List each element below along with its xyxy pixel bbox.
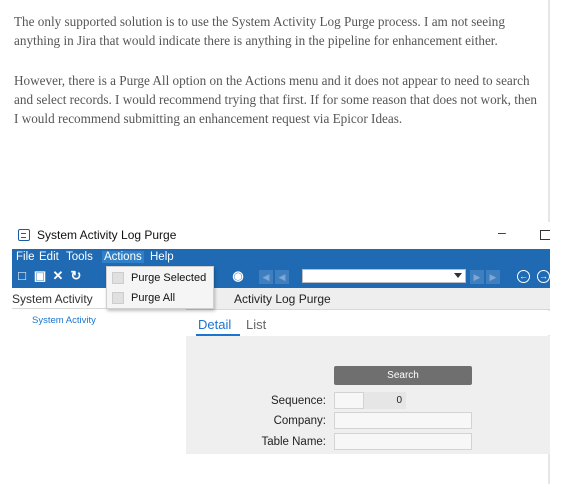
back-icon[interactable]: ← — [517, 270, 530, 283]
panel-title: Activity Log Purge — [234, 292, 331, 306]
tab-strip: Detail List — [186, 311, 550, 336]
chevron-down-icon — [454, 273, 462, 278]
sequence-label: Sequence: — [271, 395, 326, 407]
company-field[interactable] — [334, 412, 472, 429]
purge-selected-icon — [112, 272, 124, 284]
next-record-icon[interactable]: ▶ — [470, 270, 484, 284]
refresh-icon[interactable]: ↻ — [69, 269, 83, 283]
purge-all-icon — [112, 292, 124, 304]
app-window: System Activity Log Purge – File Edit To… — [12, 222, 550, 454]
menu-tools[interactable]: Tools — [66, 251, 93, 263]
save-icon[interactable]: ▣ — [33, 269, 47, 283]
toolbar: □ ▣ ✕ ↻ ◉ ◀ ◀ ▶ ▶ ← → — [12, 266, 550, 288]
previous-record-icon[interactable]: ◀ — [275, 270, 289, 284]
sequence-spinner[interactable] — [334, 392, 364, 409]
title-bar: System Activity Log Purge – — [12, 222, 550, 249]
menu-actions[interactable]: Actions — [102, 251, 144, 263]
panel-header: Activity Log Purge — [186, 288, 550, 310]
search-button[interactable]: Search — [334, 366, 472, 385]
menu-item-purge-selected[interactable]: Purge Selected — [107, 268, 213, 288]
menu-file[interactable]: File — [16, 251, 35, 263]
tree-pane: System Activity System Activity — [12, 288, 186, 454]
tree-node-system-activity[interactable]: System Activity — [32, 315, 96, 326]
menu-edit[interactable]: Edit — [39, 251, 59, 263]
menu-bar: File Edit Tools Actions Help — [12, 249, 550, 266]
purge-all-label: Purge All — [131, 292, 176, 304]
detail-form: Search Sequence: 0 Company: Table Name: — [186, 336, 550, 454]
last-record-icon[interactable]: ▶ — [486, 270, 500, 284]
company-label: Company: — [273, 415, 326, 427]
actions-dropdown: Purge Selected Purge All — [106, 266, 214, 309]
post-body: The only supported solution is to use th… — [14, 12, 542, 149]
table-name-field[interactable] — [334, 433, 472, 450]
maximize-button[interactable] — [540, 230, 550, 240]
menu-help[interactable]: Help — [150, 251, 174, 263]
tab-detail[interactable]: Detail — [198, 317, 231, 332]
new-icon[interactable]: □ — [15, 269, 29, 283]
tab-list[interactable]: List — [246, 317, 266, 332]
tree-header: System Activity — [12, 292, 93, 306]
post-paragraph-1: The only supported solution is to use th… — [14, 14, 505, 48]
sequence-field[interactable]: 0 — [364, 392, 406, 409]
epicor-app-icon — [18, 229, 30, 241]
menu-item-purge-all[interactable]: Purge All — [107, 288, 213, 308]
first-record-icon[interactable]: ◀ — [259, 270, 273, 284]
delete-icon[interactable]: ✕ — [51, 269, 65, 283]
purge-selected-label: Purge Selected — [131, 272, 207, 284]
binoculars-icon[interactable]: ◉ — [231, 269, 245, 283]
minimize-button[interactable]: – — [498, 224, 506, 240]
post-paragraph-2: However, there is a Purge All option on … — [14, 73, 537, 126]
forward-icon[interactable]: → — [537, 270, 550, 283]
record-selector[interactable] — [302, 269, 466, 283]
window-title: System Activity Log Purge — [37, 228, 177, 242]
table-name-label: Table Name: — [261, 436, 326, 448]
